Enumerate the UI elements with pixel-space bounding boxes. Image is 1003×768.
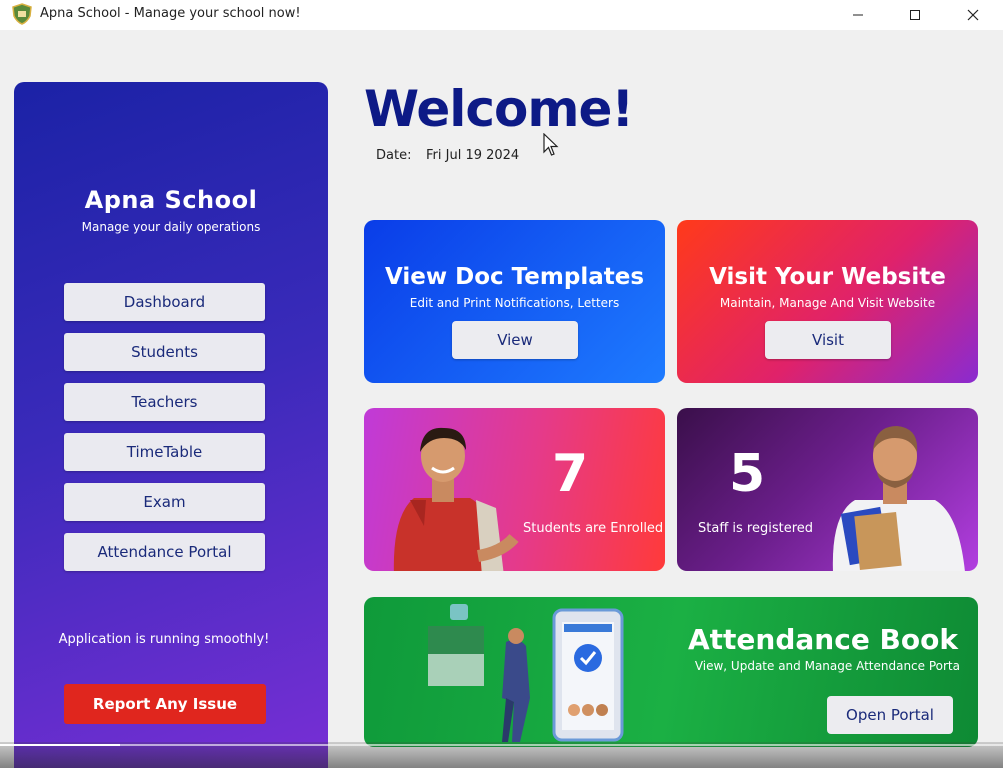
sidebar-item-exam[interactable]: Exam	[64, 483, 265, 521]
website-title: Visit Your Website	[709, 264, 946, 290]
page-title: Welcome!	[364, 80, 634, 138]
staff-count-label: Staff is registered	[698, 521, 814, 536]
window-title: Apna School - Manage your school now!	[40, 6, 301, 21]
visit-button[interactable]: Visit	[765, 321, 891, 359]
students-count-label: Students are Enrolled	[523, 521, 664, 536]
school-crest-icon	[12, 3, 32, 25]
maximize-button[interactable]	[892, 0, 938, 30]
doc-templates-title: View Doc Templates	[384, 264, 645, 290]
view-button[interactable]: View	[452, 321, 578, 359]
student-illustration	[393, 427, 519, 571]
teacher-illustration	[832, 426, 965, 571]
sidebar-item-attendance-portal[interactable]: Attendance Portal	[64, 533, 265, 571]
minimize-icon	[853, 14, 863, 16]
sidebar-item-teachers[interactable]: Teachers	[64, 383, 265, 421]
open-portal-button[interactable]: Open Portal	[827, 696, 953, 734]
attendance-book-card: Attendance Book View, Update and Manage …	[364, 597, 978, 747]
sidebar-item-dashboard[interactable]: Dashboard	[64, 283, 265, 321]
minimize-button[interactable]	[835, 0, 881, 30]
video-progress-track[interactable]	[0, 744, 1003, 746]
close-button[interactable]	[950, 0, 996, 30]
staff-count: 5	[729, 444, 766, 504]
sidebar-item-timetable[interactable]: TimeTable	[64, 433, 265, 471]
status-message: Application is running smoothly!	[58, 632, 270, 647]
website-card: Visit Your Website Maintain, Manage And …	[677, 220, 978, 383]
attendance-illustration	[428, 604, 624, 742]
sidebar: Apna School Manage your daily operations…	[14, 82, 328, 768]
attendance-book-title: Attendance Book	[687, 623, 958, 656]
video-progress-fill	[0, 744, 121, 746]
window-titlebar: Apna School - Manage your school now!	[0, 0, 1003, 30]
website-subtitle: Maintain, Manage And Visit Website	[719, 296, 936, 310]
students-count: 7	[552, 444, 589, 504]
staff-count-card: 5 Staff is registered	[677, 408, 978, 571]
attendance-book-subtitle: View, Update and Manage Attendance Porta	[694, 659, 960, 673]
close-icon	[967, 9, 979, 21]
students-count-card: 7 Students are Enrolled	[364, 408, 665, 571]
maximize-icon	[910, 10, 920, 20]
mouse-cursor-icon	[543, 133, 559, 156]
sidebar-brand-title: Apna School	[84, 186, 258, 214]
sidebar-item-students[interactable]: Students	[64, 333, 265, 371]
date-label: Date:	[376, 148, 412, 163]
doc-templates-subtitle: Edit and Print Notifications, Letters	[409, 296, 620, 310]
date-value: Fri Jul 19 2024	[426, 148, 520, 163]
sidebar-brand-subtitle: Manage your daily operations	[81, 220, 261, 234]
doc-templates-card: View Doc Templates Edit and Print Notifi…	[364, 220, 665, 383]
report-issue-button[interactable]: Report Any Issue	[64, 684, 266, 724]
